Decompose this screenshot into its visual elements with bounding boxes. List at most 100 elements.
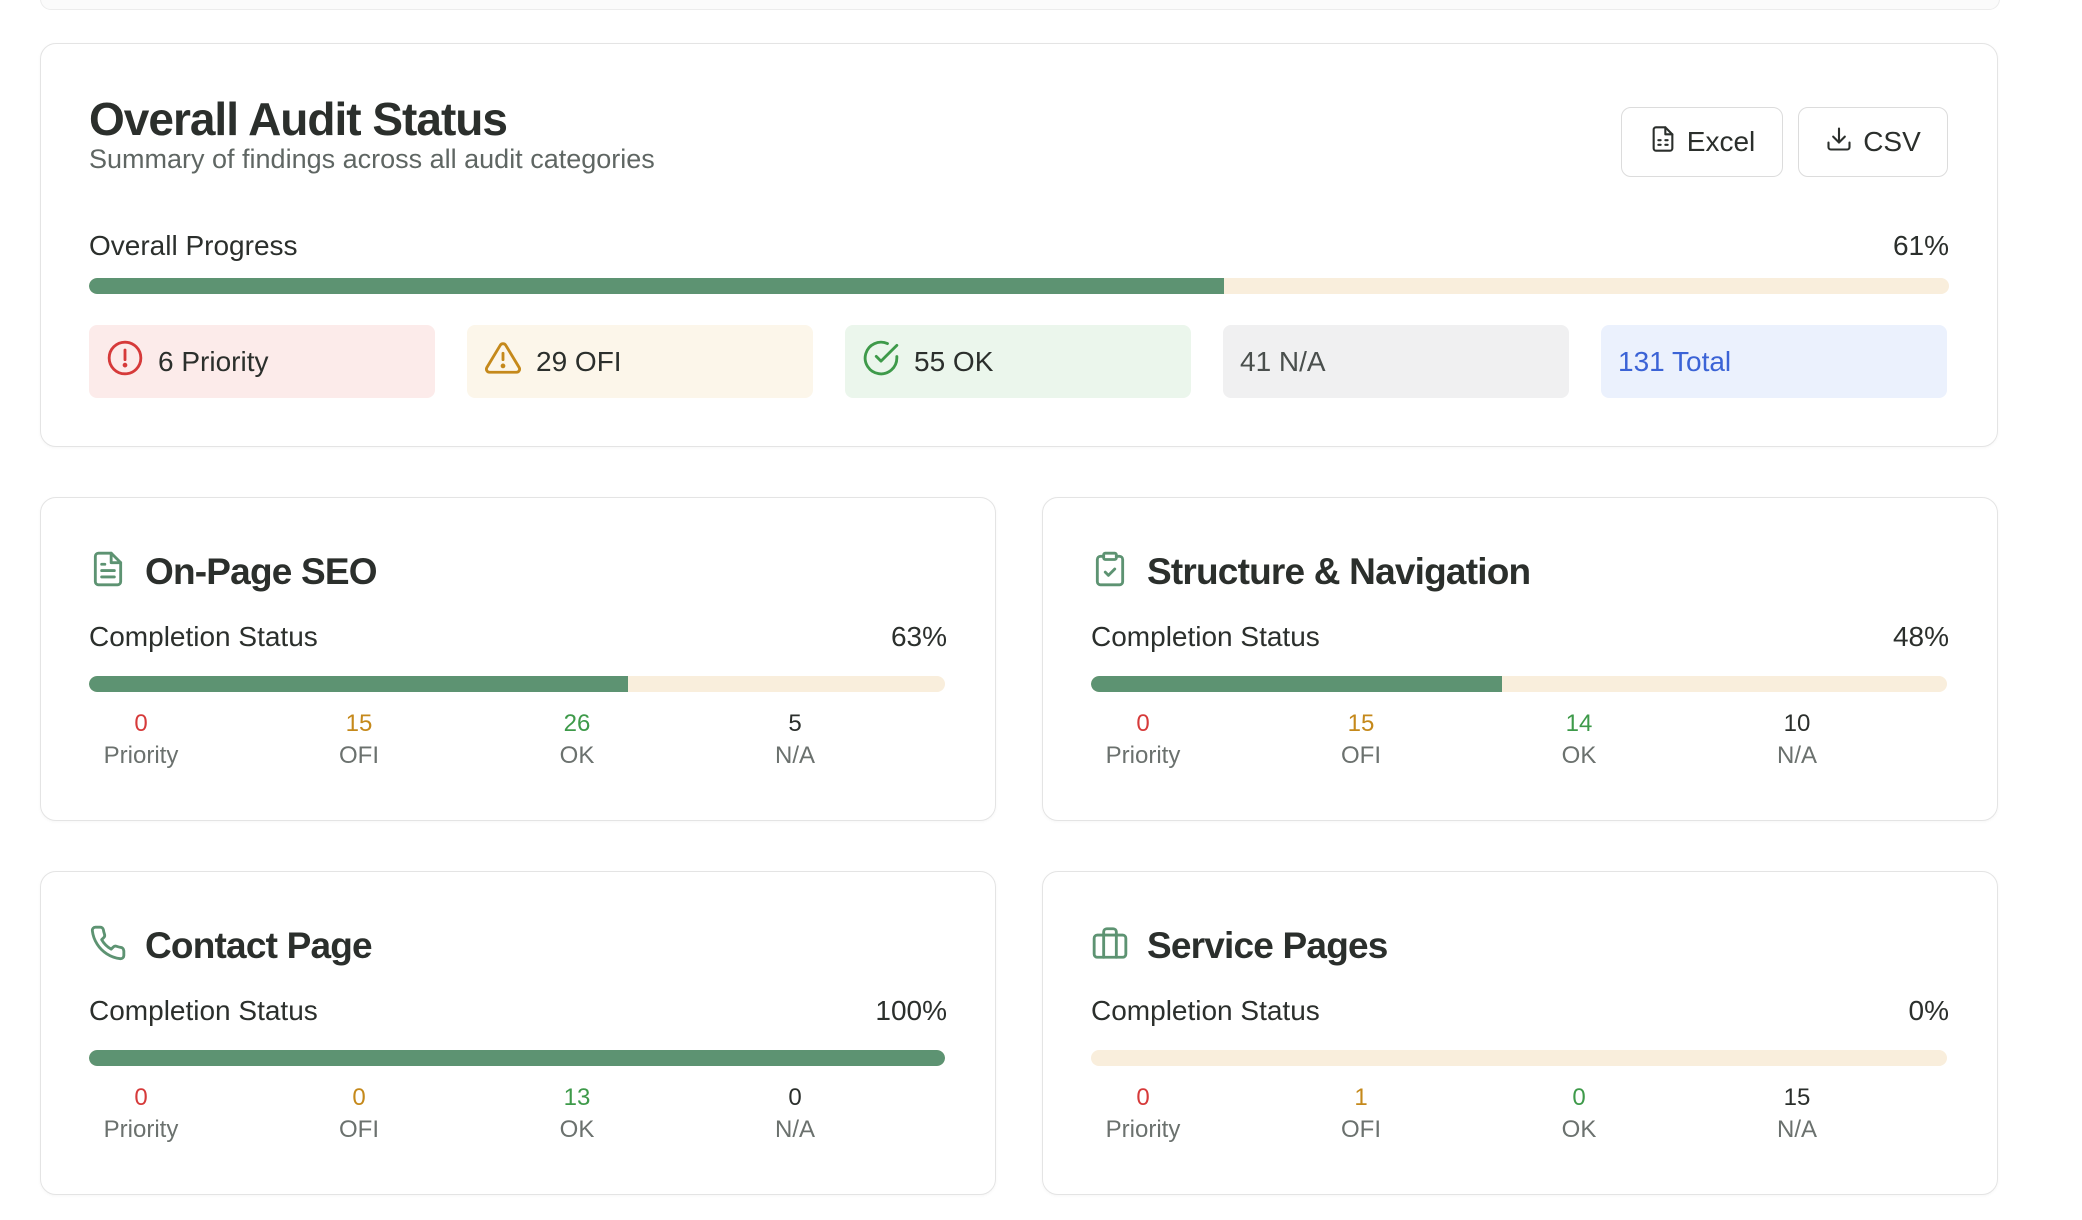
priority-count: 0	[134, 710, 148, 737]
na-label: N/A	[774, 1116, 815, 1143]
completion-progress-bar	[89, 676, 945, 692]
total-count-text: 131 Total	[1618, 345, 1732, 377]
category-title: On-Page SEO	[145, 550, 378, 592]
ok-label: OK	[559, 1116, 595, 1143]
completion-percent: 63%	[890, 621, 947, 652]
ok-count: 13	[563, 1084, 591, 1111]
ok-stat: 0 OK	[1479, 1082, 1679, 1146]
priority-stat: 0 Priority	[1043, 708, 1243, 772]
na-count: 0	[788, 1084, 802, 1111]
na-label: N/A	[1776, 1116, 1817, 1143]
ofi-count: 1	[1354, 1084, 1368, 1111]
na-stat: 10 N/A	[1697, 708, 1897, 772]
export-csv-button[interactable]: CSV	[1798, 107, 1948, 177]
completion-status-label: Completion Status	[89, 621, 318, 652]
priority-count-chip: 6 Priority	[89, 325, 435, 398]
completion-progress-bar	[1091, 676, 1947, 692]
completion-status-label: Completion Status	[89, 995, 318, 1026]
completion-progress-bar	[89, 1050, 945, 1066]
ok-count: 26	[563, 710, 591, 737]
category-card-contact-page: Contact Page Completion Status 100% 0 Pri…	[40, 871, 996, 1195]
category-card-structure-navigation: Structure & Navigation Completion Status…	[1042, 497, 1998, 821]
priority-stat: 0 Priority	[1043, 1082, 1243, 1146]
na-label: N/A	[774, 742, 815, 769]
ok-label: OK	[1561, 742, 1597, 769]
warning-triangle-icon	[484, 339, 522, 384]
priority-label: Priority	[1105, 742, 1181, 769]
ok-count-text: 55 OK	[914, 345, 994, 377]
ok-count: 0	[1572, 1084, 1586, 1111]
ok-stat: 13 OK	[477, 1082, 677, 1146]
category-title: Structure & Navigation	[1147, 550, 1531, 592]
na-count-chip: 41 N/A	[1223, 325, 1569, 398]
priority-label: Priority	[103, 742, 179, 769]
export-excel-button[interactable]: Excel	[1621, 107, 1783, 177]
completion-status-label: Completion Status	[1091, 995, 1320, 1026]
priority-count-text: 6 Priority	[158, 345, 269, 377]
na-stat: 0 N/A	[695, 1082, 895, 1146]
category-title: Service Pages	[1147, 924, 1388, 966]
page-title: Overall Audit Status	[89, 93, 508, 145]
completion-progress-fill	[89, 1050, 945, 1066]
na-stat: 5 N/A	[695, 708, 895, 772]
priority-label: Priority	[1105, 1116, 1181, 1143]
spreadsheet-file-icon	[1649, 125, 1677, 160]
overall-audit-status-card: Overall Audit Status Summary of findings…	[40, 43, 1998, 447]
ofi-count: 15	[1347, 710, 1375, 737]
document-icon	[89, 550, 127, 593]
ok-count-chip: 55 OK	[845, 325, 1191, 398]
overall-progress-fill	[89, 278, 1224, 294]
ofi-label: OFI	[1341, 1116, 1381, 1143]
export-excel-label: Excel	[1686, 126, 1756, 157]
ofi-count-text: 29 OFI	[536, 345, 622, 377]
priority-count: 0	[1136, 1084, 1150, 1111]
completion-percent: 48%	[1892, 621, 1949, 652]
completion-percent: 100%	[875, 995, 947, 1026]
alert-circle-icon	[106, 339, 144, 384]
clipboard-check-icon	[1091, 550, 1129, 593]
export-csv-label: CSV	[1863, 126, 1921, 157]
na-count-text: 41 N/A	[1240, 345, 1326, 377]
phone-icon	[89, 924, 127, 967]
na-count: 5	[788, 710, 802, 737]
ofi-count: 0	[352, 1084, 366, 1111]
previous-card-edge	[40, 0, 2000, 10]
category-card-service-pages: Service Pages Completion Status 0% 0 Prio…	[1042, 871, 1998, 1195]
briefcase-icon	[1091, 924, 1129, 967]
na-label: N/A	[1776, 742, 1817, 769]
category-card-on-page-seo: On-Page SEO Completion Status 63% 0 Prior…	[40, 497, 996, 821]
check-circle-icon	[862, 339, 900, 384]
ofi-label: OFI	[1341, 742, 1381, 769]
total-count-chip: 131 Total	[1601, 325, 1947, 398]
ok-stat: 14 OK	[1479, 708, 1679, 772]
ofi-label: OFI	[339, 742, 379, 769]
category-title: Contact Page	[145, 924, 373, 966]
ofi-count-chip: 29 OFI	[467, 325, 813, 398]
overall-progress-percent: 61%	[1892, 230, 1949, 261]
completion-progress-fill	[1091, 676, 1502, 692]
ok-label: OK	[559, 742, 595, 769]
priority-count: 0	[134, 1084, 148, 1111]
ofi-stat: 1 OFI	[1261, 1082, 1461, 1146]
completion-percent: 0%	[1908, 995, 1949, 1026]
ok-label: OK	[1561, 1116, 1597, 1143]
priority-label: Priority	[103, 1116, 179, 1143]
priority-stat: 0 Priority	[41, 1082, 241, 1146]
overall-progress-bar	[89, 278, 1949, 294]
ofi-count: 15	[345, 710, 373, 737]
completion-progress-bar	[1091, 1050, 1947, 1066]
ofi-stat: 15 OFI	[1261, 708, 1461, 772]
na-count: 10	[1783, 710, 1811, 737]
completion-progress-fill	[89, 676, 629, 692]
na-stat: 15 N/A	[1697, 1082, 1897, 1146]
priority-count: 0	[1136, 710, 1150, 737]
ofi-label: OFI	[339, 1116, 379, 1143]
ok-count: 14	[1565, 710, 1593, 737]
ofi-stat: 15 OFI	[259, 708, 459, 772]
download-icon	[1825, 125, 1853, 160]
ok-stat: 26 OK	[477, 708, 677, 772]
completion-status-label: Completion Status	[1091, 621, 1320, 652]
priority-stat: 0 Priority	[41, 708, 241, 772]
na-count: 15	[1783, 1084, 1811, 1111]
ofi-stat: 0 OFI	[259, 1082, 459, 1146]
